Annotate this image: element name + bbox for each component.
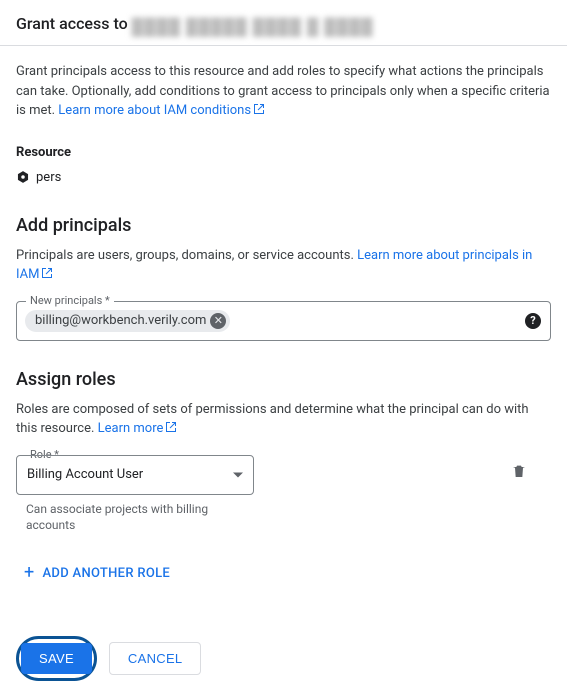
learn-more-iam-conditions-link[interactable]: Learn more about IAM conditions: [58, 103, 265, 118]
plus-icon: +: [24, 564, 35, 582]
roles-desc: Roles are composed of sets of permission…: [16, 400, 551, 439]
title-resource-redacted: ████ █████ ████ █ ████: [132, 17, 374, 33]
resource-hex-icon: [16, 170, 30, 184]
save-button[interactable]: SAVE: [21, 643, 92, 674]
new-principals-label: New principals *: [26, 294, 114, 307]
new-principals-field[interactable]: New principals * billing@workbench.veril…: [16, 301, 551, 341]
role-helper-text: Can associate projects with billing acco…: [26, 501, 246, 535]
delete-role-button[interactable]: [511, 455, 527, 483]
chip-remove-icon[interactable]: ✕: [210, 313, 226, 329]
role-select[interactable]: Billing Account User: [16, 455, 254, 495]
learn-more-roles-link[interactable]: Learn more: [98, 421, 178, 436]
resource-name: pers: [36, 170, 61, 185]
trash-icon: [511, 463, 527, 479]
add-principals-heading: Add principals: [16, 215, 551, 236]
save-highlight-annotation: SAVE: [16, 636, 97, 681]
cancel-button[interactable]: CANCEL: [109, 642, 202, 675]
add-another-role-button[interactable]: + ADD ANOTHER ROLE: [16, 558, 178, 588]
external-link-icon: [41, 267, 53, 279]
principals-chipbox[interactable]: billing@workbench.verily.com ✕: [16, 301, 551, 341]
principal-chip-text: billing@workbench.verily.com: [35, 313, 206, 328]
external-link-icon: [253, 103, 265, 115]
resource-row: pers: [16, 170, 551, 185]
principals-desc: Principals are users, groups, domains, o…: [16, 246, 551, 285]
external-link-icon: [165, 421, 177, 433]
intro-text: Grant principals access to this resource…: [16, 62, 551, 121]
role-select-wrap: Role * Billing Account User: [16, 455, 254, 495]
help-icon[interactable]: ?: [525, 313, 541, 329]
add-another-role-label: ADD ANOTHER ROLE: [43, 566, 171, 581]
action-bar: SAVE CANCEL: [16, 636, 551, 681]
principal-chip: billing@workbench.verily.com ✕: [25, 310, 230, 332]
resource-label: Resource: [16, 145, 551, 160]
chevron-down-icon: [233, 472, 243, 477]
role-selected-value: Billing Account User: [27, 467, 143, 482]
panel-title: Grant access to ████ █████ ████ █ ████: [0, 0, 567, 46]
title-prefix: Grant access to: [16, 14, 128, 33]
assign-roles-heading: Assign roles: [16, 369, 551, 390]
